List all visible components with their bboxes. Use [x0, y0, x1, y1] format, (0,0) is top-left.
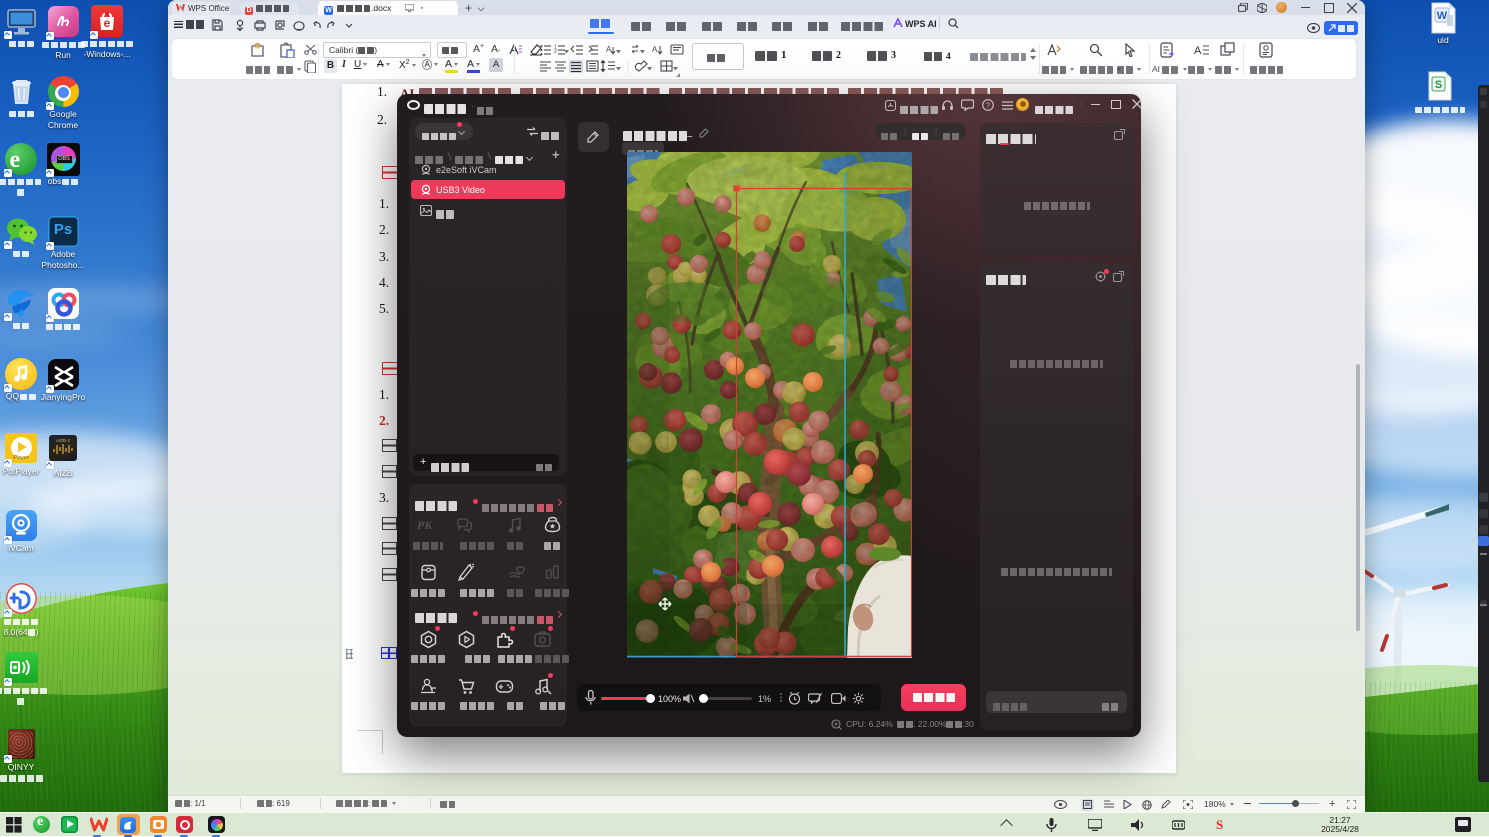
svg-text:A: A: [1194, 45, 1202, 57]
svg-text:A: A: [606, 45, 612, 54]
svg-text:A: A: [652, 45, 658, 54]
svg-text:2: 2: [554, 49, 557, 55]
svg-text:?: ?: [986, 101, 990, 110]
svg-text:e: e: [103, 16, 110, 30]
svg-text:W: W: [1437, 10, 1448, 22]
svg-text:S: S: [1435, 79, 1442, 91]
